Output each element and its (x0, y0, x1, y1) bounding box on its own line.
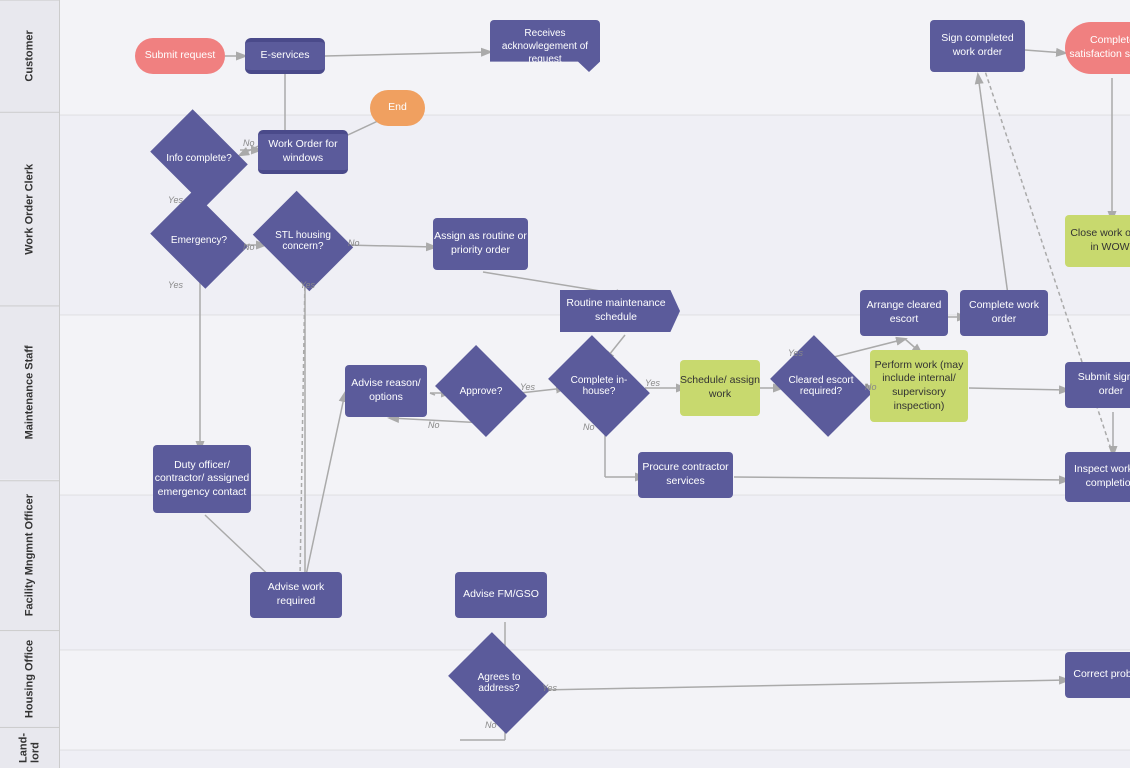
arrange-escort-node: Arrange cleared escort (860, 290, 948, 336)
swim-lanes: Customer Work Order Clerk Maintenance St… (0, 0, 60, 768)
lane-landlord: Land-lord (0, 727, 59, 768)
close-work-order-node: Close work order in WOW (1065, 215, 1130, 267)
label-no-emergency: No (243, 242, 255, 252)
advise-reasons-node: Advise reason/ options (345, 365, 427, 417)
label-no-escort: No (865, 382, 877, 392)
procure-contractor-node: Procure contractor services (638, 452, 733, 498)
complete-inhouse-node: Complete in-house? (558, 355, 640, 417)
receives-ack-node: Receives acknowlegement of request (490, 20, 600, 72)
correct-problem-node: Correct problem (1065, 652, 1130, 698)
lane-clerk: Work Order Clerk (0, 112, 59, 306)
label-yes-info: Yes (168, 195, 183, 205)
stl-housing-node: STL housing concern? (263, 210, 343, 272)
label-no-agrees: No (485, 720, 497, 730)
assign-order-node: Assign as routine or priority order (433, 218, 528, 270)
complete-survey-node: Complete satisfaction survey (1065, 22, 1130, 74)
label-yes-inhouse: Yes (645, 378, 660, 388)
lane-housing: Housing Office (0, 630, 59, 727)
perform-work-node: Perform work (may include internal/ supe… (870, 350, 968, 422)
label-yes-stl: Yes (300, 280, 315, 290)
agrees-address-node: Agrees to address? (458, 652, 540, 714)
submit-request-node: Submit request (135, 38, 225, 74)
work-order-windows-node: Work Order for windows (258, 130, 348, 174)
sign-work-order-node: Sign completed work order (930, 20, 1025, 72)
approve-node: Approve? (445, 362, 517, 420)
duty-officer-node: Duty officer/ contractor/ assigned emerg… (153, 445, 251, 513)
inspect-work-node: Inspect work for completion (1065, 452, 1130, 502)
lane-maintenance: Maintenance Staff (0, 305, 59, 479)
advise-work-required-node: Advise work required (250, 572, 342, 618)
routine-schedule-node: Routine maintenance schedule (560, 290, 680, 332)
lane-facility: Facility Mngmnt Officer (0, 480, 59, 630)
label-yes-approve: Yes (520, 382, 535, 392)
label-no-stl: No (348, 238, 360, 248)
label-no-inhouse: No (583, 422, 595, 432)
main-container: Customer Work Order Clerk Maintenance St… (0, 0, 1130, 768)
schedule-assign-node: Schedule/ assign work (680, 360, 760, 416)
complete-work-order-node: Complete work order (960, 290, 1048, 336)
label-yes-emergency: Yes (168, 280, 183, 290)
diagram-area: Submit request E-services Receives ackno… (60, 0, 1130, 768)
label-yes-agrees: Yes (542, 683, 557, 693)
lane-customer: Customer (0, 0, 59, 112)
label-no-info: No (243, 138, 255, 148)
advise-fm-gso-node: Advise FM/GSO (455, 572, 547, 618)
submit-signed-node: Submit signed order (1065, 362, 1130, 408)
end-node: End (370, 90, 425, 126)
e-services-node: E-services (245, 38, 325, 74)
cleared-escort-node: Cleared escort required? (780, 355, 862, 417)
emergency-node: Emergency? (160, 210, 238, 270)
info-complete-node: Info complete? (160, 128, 238, 188)
label-no-approve: No (428, 420, 440, 430)
